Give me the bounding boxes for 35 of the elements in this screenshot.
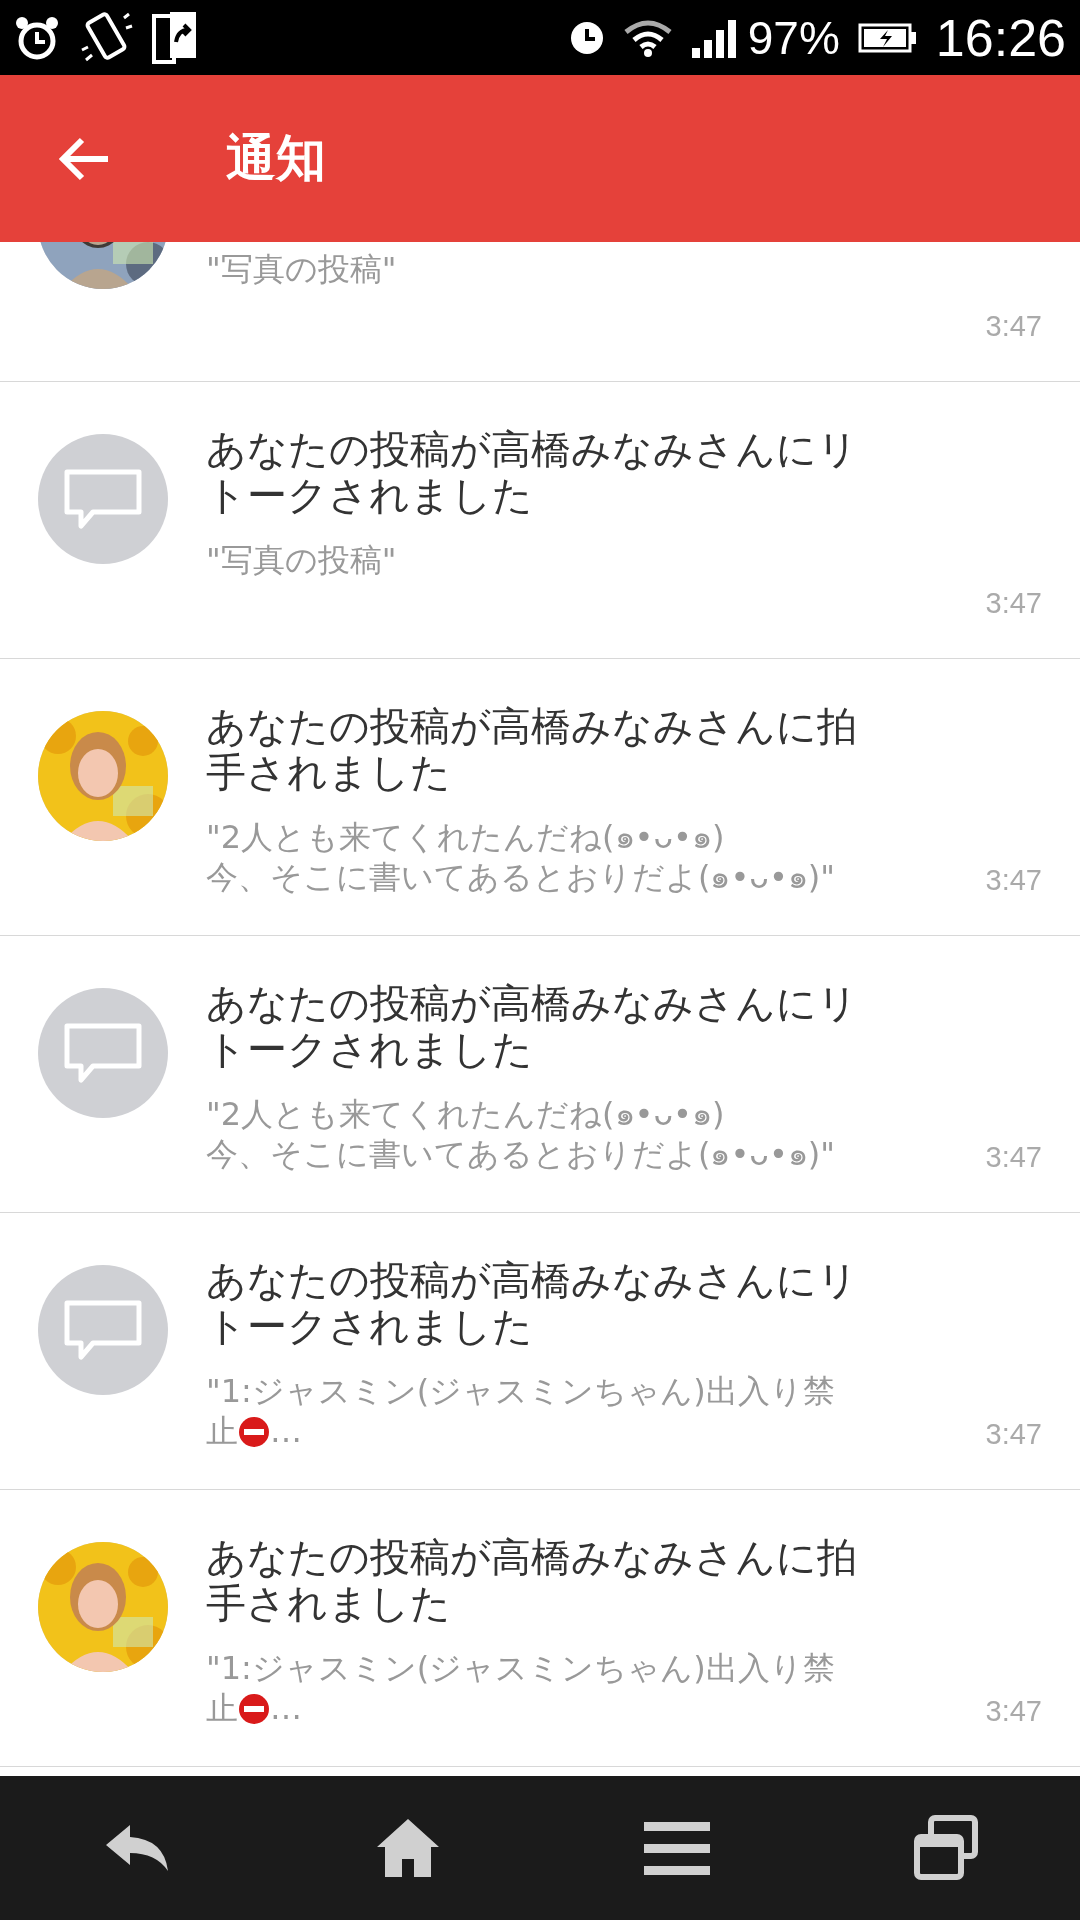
speech-bubble-icon (63, 1299, 143, 1361)
alarm-clock-icon (14, 14, 60, 61)
battery-percentage: 97% (747, 10, 840, 65)
notification-title: あなたの投稿が高橋みなみさんにリトークされました (206, 980, 859, 1072)
notification-time: 3:47 (985, 587, 1042, 620)
clock-icon (569, 20, 604, 55)
screen-title: 通知 (226, 128, 326, 189)
notification-time: 3:47 (985, 1141, 1042, 1174)
notification-time: 3:47 (985, 310, 1042, 343)
speech-bubble-icon (63, 468, 143, 530)
quote-text: "1:ジャスミン(ジャスミンちゃん)出入り禁止 … (206, 1371, 836, 1451)
notification-time: 3:47 (985, 1418, 1042, 1451)
back-arrow-icon[interactable] (58, 135, 110, 182)
notification-title: あなたの投稿が高橋みなみさんに拍手されました (206, 703, 858, 795)
notification-item[interactable]: あなたの投稿が高橋みなみさんにリトークされました "1:ジャスミン(ジャスミンちゃん)出入り禁止 … 3:47 (0, 1213, 1080, 1490)
quote-text: "写真の投稿" (206, 249, 398, 289)
notification-item[interactable]: あなたの投稿が高橋みなみさんに拍手されました "2人とも来てくれたんだね(๑•ᴗ•๑) 今、そこに書いてあるとおりだよ(๑•ᴗ•๑)" 3:47 (0, 659, 1080, 936)
speech-bubble-icon (63, 1022, 143, 1084)
menu-icon[interactable] (643, 1820, 710, 1876)
notification-time: 3:47 (985, 864, 1042, 897)
quote-text: "写真の投稿" (206, 540, 398, 580)
notification-title: あなたの投稿が高橋みなみさんに拍手されました (206, 1534, 858, 1626)
screen-share-icon (152, 9, 198, 66)
quote-text: "2人とも来てくれたんだね(๑•ᴗ•๑) 今、そこに書いてあるとおりだよ(๑•ᴗ•๑)" (206, 817, 836, 897)
notification-item[interactable]: あなたの投稿が高橋みなみさんに拍手されました "1:ジャスミン(ジャスミンちゃん)出入り禁止 … 3:47 (0, 1490, 1080, 1767)
notification-item[interactable]: あなたの投稿が高橋みなみさんにリトークされました "2人とも来てくれたんだね(๑•ᴗ•๑) 今、そこに書いてあるとおりだよ(๑•ᴗ•๑)" 3:47 (0, 936, 1080, 1213)
notification-time: 3:47 (985, 1695, 1042, 1728)
signal-icon (691, 17, 738, 58)
notification-title: あなたの投稿が高橋みなみさんにリトークされました (206, 1257, 859, 1349)
notification-item[interactable]: あなたの投稿が高橋みなみさんにリトークされました "写真の投稿" 3:47 (0, 382, 1080, 659)
recent-apps-icon[interactable] (912, 1815, 979, 1881)
quote-text: "1:ジャスミン(ジャスミンちゃん)出入り禁止 … (206, 1648, 836, 1728)
clock-time: 16:26 (935, 7, 1066, 68)
notification-title: あなたの投稿が高橋みなみさんにリトークされました (206, 426, 859, 518)
quote-text: "2人とも来てくれたんだね(๑•ᴗ•๑) 今、そこに書いてあるとおりだよ(๑•ᴗ•๑)" (206, 1094, 836, 1174)
